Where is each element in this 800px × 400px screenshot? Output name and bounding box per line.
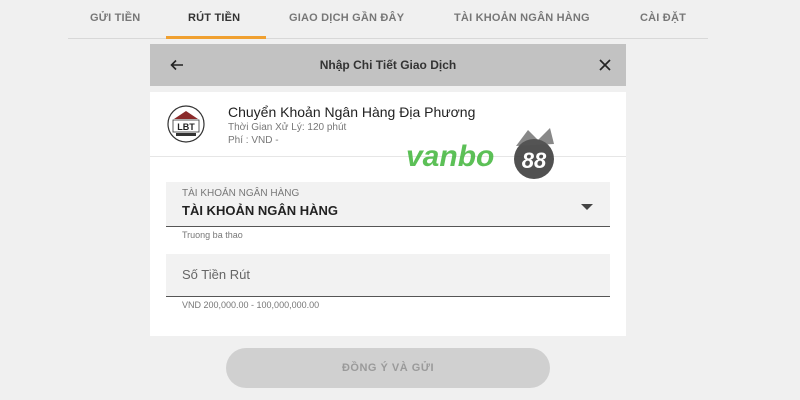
active-tab-indicator	[166, 36, 266, 39]
bank-account-select[interactable]: TÀI KHOẢN NGÂN HÀNG TÀI KHOẢN NGÂN HÀNG	[166, 182, 610, 227]
bank-logo: LBT	[167, 105, 205, 143]
chevron-down-icon[interactable]	[580, 203, 594, 211]
amount-placeholder: Số Tiền Rút	[182, 267, 250, 282]
close-icon[interactable]	[596, 56, 614, 74]
amount-input[interactable]: Số Tiền Rút	[166, 254, 610, 297]
svg-text:88: 88	[522, 148, 547, 173]
tab-recent-transactions[interactable]: GIAO DỊCH GẦN ĐÂY	[289, 12, 404, 24]
submit-button[interactable]: ĐỒNG Ý VÀ GỬI	[226, 348, 550, 388]
tab-deposit[interactable]: GỬI TIỀN	[90, 12, 140, 24]
tab-bank-accounts[interactable]: TÀI KHOẢN NGÂN HÀNG	[454, 12, 590, 24]
svg-text:vanbo: vanbo	[406, 140, 494, 173]
bank-account-label: TÀI KHOẢN NGÂN HÀNG	[182, 188, 300, 199]
svg-text:LBT: LBT	[177, 122, 195, 132]
tab-bar: GỬI TIỀN RÚT TIỀN GIAO DỊCH GẦN ĐÂY TÀI …	[68, 0, 708, 39]
dialog-header: Nhập Chi Tiết Giao Dịch	[150, 44, 626, 86]
tab-withdraw[interactable]: RÚT TIỀN	[188, 12, 240, 24]
fee-text: Phí : VND -	[228, 135, 279, 146]
bank-account-value: TÀI KHOẢN NGÂN HÀNG	[182, 203, 338, 218]
dialog-title: Nhập Chi Tiết Giao Dịch	[319, 58, 457, 72]
account-holder-name: Truong ba thao	[182, 230, 243, 240]
amount-range-hint: VND 200,000.00 - 100,000,000.00	[182, 300, 320, 310]
method-name: Chuyển Khoản Ngân Hàng Địa Phương	[228, 104, 476, 120]
processing-time: Thời Gian Xử Lý: 120 phút	[228, 122, 347, 133]
watermark-logo: vanbo 88	[406, 128, 554, 179]
transaction-card: LBT Chuyển Khoản Ngân Hàng Địa Phương Th…	[150, 92, 626, 336]
tab-settings[interactable]: CÀI ĐẶT	[640, 12, 686, 24]
